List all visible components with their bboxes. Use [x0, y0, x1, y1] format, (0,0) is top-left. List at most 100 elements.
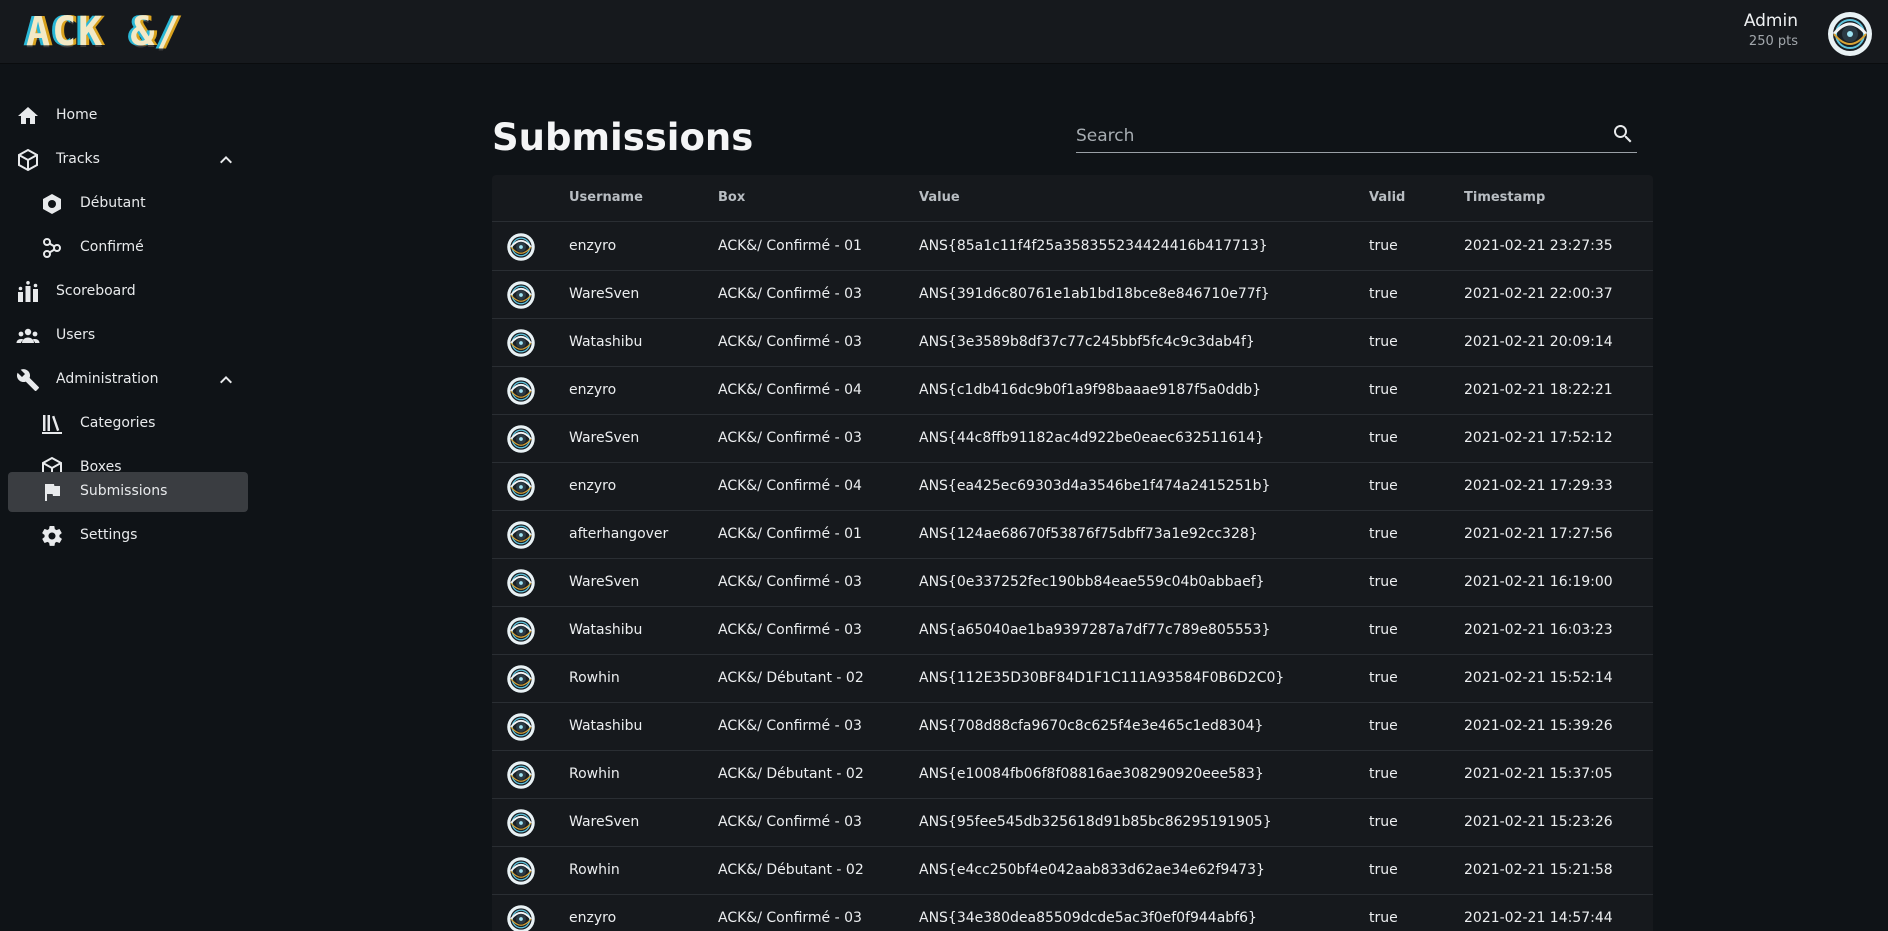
chevron-up-icon[interactable] — [214, 368, 238, 392]
user-avatar — [506, 520, 536, 550]
cell-timestamp: 2021-02-21 15:23:26 — [1464, 814, 1613, 830]
table-row[interactable]: enzyro ACK&/ Confirmé - 01 ANS{85a1c11f4… — [492, 223, 1653, 271]
user-points: 250 pts — [1748, 34, 1798, 49]
cell-value: ANS{44c8ffb91182ac4d922be0eaec632511614} — [919, 430, 1265, 446]
table-row[interactable]: WareSven ACK&/ Confirmé - 03 ANS{44c8ffb… — [492, 415, 1653, 463]
molecule-icon — [43, 238, 61, 258]
cell-box: ACK&/ Confirmé - 03 — [718, 286, 862, 302]
sidebar-item-label: Settings — [80, 527, 138, 543]
sidebar-item-administration[interactable]: Administration — [8, 360, 248, 400]
sidebar-item-debutant[interactable]: Débutant — [8, 184, 248, 224]
logo-text: ACK &/ — [26, 9, 183, 55]
cell-username: enzyro — [569, 478, 617, 494]
column-header-value[interactable]: Value — [919, 190, 960, 205]
table-row[interactable]: enzyro ACK&/ Confirmé - 04 ANS{ea425ec69… — [492, 463, 1653, 511]
table-row[interactable]: WareSven ACK&/ Confirmé - 03 ANS{95fee54… — [492, 799, 1653, 847]
cell-valid: true — [1369, 622, 1398, 638]
table-row[interactable]: enzyro ACK&/ Confirmé - 03 ANS{34e380dea… — [492, 895, 1653, 931]
home-icon — [18, 107, 38, 124]
user-avatar — [506, 808, 536, 838]
user-avatar — [506, 472, 536, 502]
cell-value: ANS{112E35D30BF84D1F1C111A93584F0B6D2C0} — [919, 670, 1285, 686]
sidebar-item-home[interactable]: Home — [8, 96, 248, 136]
cell-timestamp: 2021-02-21 20:09:14 — [1464, 334, 1613, 350]
cell-value: ANS{95fee545db325618d91b85bc86295191905} — [919, 814, 1272, 830]
table-row[interactable]: afterhangover ACK&/ Confirmé - 01 ANS{12… — [492, 511, 1653, 559]
sidebar-item-label: Tracks — [56, 151, 100, 167]
sidebar-item-label: Users — [56, 327, 96, 343]
hexagon-icon — [43, 194, 61, 214]
scoreboard-icon — [18, 281, 38, 302]
chevron-up-icon[interactable] — [214, 148, 238, 172]
cell-box: ACK&/ Débutant - 02 — [718, 766, 864, 782]
cell-value: ANS{124ae68670f53876f75dbff73a1e92cc328} — [919, 526, 1258, 542]
cell-box: ACK&/ Débutant - 02 — [718, 862, 864, 878]
cell-value: ANS{c1db416dc9b0f1a9f98baaae9187f5a0ddb} — [919, 382, 1262, 398]
cell-box: ACK&/ Débutant - 02 — [718, 670, 864, 686]
table-row[interactable]: Rowhin ACK&/ Débutant - 02 ANS{112E35D30… — [492, 655, 1653, 703]
users-icon — [16, 328, 40, 343]
sidebar-item-settings[interactable]: Settings — [8, 516, 248, 556]
sidebar-item-label: Categories — [80, 415, 156, 431]
cell-timestamp: 2021-02-21 17:27:56 — [1464, 526, 1613, 542]
table-row[interactable]: Watashibu ACK&/ Confirmé - 03 ANS{708d88… — [492, 703, 1653, 751]
table-row[interactable]: Rowhin ACK&/ Débutant - 02 ANS{e4cc250bf… — [492, 847, 1653, 895]
cell-valid: true — [1369, 478, 1398, 494]
table-header: Username Box Value Valid Timestamp — [492, 175, 1653, 222]
cell-username: enzyro — [569, 382, 617, 398]
cell-valid: true — [1369, 862, 1398, 878]
search-icon[interactable] — [1611, 122, 1635, 146]
sidebar-item-submissions[interactable]: Submissions — [8, 472, 248, 512]
sidebar-item-users[interactable]: Users — [8, 316, 248, 356]
table-row[interactable]: Watashibu ACK&/ Confirmé - 03 ANS{a65040… — [492, 607, 1653, 655]
user-avatar[interactable] — [1826, 10, 1874, 58]
cell-box: ACK&/ Confirmé - 03 — [718, 910, 862, 926]
cell-box: ACK&/ Confirmé - 04 — [718, 478, 862, 494]
table-row[interactable]: WareSven ACK&/ Confirmé - 03 ANS{0e33725… — [492, 559, 1653, 607]
table-row[interactable]: Watashibu ACK&/ Confirmé - 03 ANS{3e3589… — [492, 319, 1653, 367]
cell-valid: true — [1369, 334, 1398, 350]
user-avatar — [506, 424, 536, 454]
column-header-valid[interactable]: Valid — [1369, 190, 1405, 205]
column-header-box[interactable]: Box — [718, 190, 745, 205]
sidebar-item-confirme[interactable]: Confirmé — [8, 228, 248, 268]
user-avatar — [506, 328, 536, 358]
cell-box: ACK&/ Confirmé - 03 — [718, 334, 862, 350]
wrench-icon — [16, 369, 39, 391]
cell-valid: true — [1369, 718, 1398, 734]
books-icon — [42, 415, 62, 434]
cell-valid: true — [1369, 574, 1398, 590]
user-avatar — [506, 568, 536, 598]
sidebar-item-tracks[interactable]: Tracks — [8, 140, 248, 180]
cell-value: ANS{708d88cfa9670c8c625f4e3e465c1ed8304} — [919, 718, 1264, 734]
sidebar-item-categories[interactable]: Categories — [8, 404, 248, 444]
site-logo[interactable]: ACK &/ — [26, 9, 183, 55]
user-avatar — [506, 280, 536, 310]
sidebar-item-label: Scoreboard — [56, 283, 136, 299]
column-header-timestamp[interactable]: Timestamp — [1464, 190, 1545, 205]
cell-username: Watashibu — [569, 622, 643, 638]
cell-valid: true — [1369, 238, 1398, 254]
cell-timestamp: 2021-02-21 16:19:00 — [1464, 574, 1613, 590]
table-row[interactable]: WareSven ACK&/ Confirmé - 03 ANS{391d6c8… — [492, 271, 1653, 319]
cell-username: afterhangover — [569, 526, 669, 542]
cell-box: ACK&/ Confirmé - 01 — [718, 526, 862, 542]
table-row[interactable]: Rowhin ACK&/ Débutant - 02 ANS{e10084fb0… — [492, 751, 1653, 799]
sidebar-item-label: Home — [56, 107, 98, 123]
user-avatar — [506, 856, 536, 886]
table-row[interactable]: enzyro ACK&/ Confirmé - 04 ANS{c1db416dc… — [492, 367, 1653, 415]
cell-valid: true — [1369, 670, 1398, 686]
cell-timestamp: 2021-02-21 15:21:58 — [1464, 862, 1613, 878]
search-input[interactable]: Search — [1076, 118, 1637, 153]
column-header-username[interactable]: Username — [569, 190, 643, 205]
cell-username: Rowhin — [569, 862, 620, 878]
cell-box: ACK&/ Confirmé - 03 — [718, 574, 862, 590]
cell-timestamp: 2021-02-21 22:00:37 — [1464, 286, 1613, 302]
cell-valid: true — [1369, 814, 1398, 830]
user-info[interactable]: Admin 250 pts — [1744, 11, 1798, 49]
cell-username: Watashibu — [569, 718, 643, 734]
sidebar-item-scoreboard[interactable]: Scoreboard — [8, 272, 248, 312]
cell-box: ACK&/ Confirmé - 01 — [718, 238, 862, 254]
user-avatar — [506, 904, 536, 931]
cell-timestamp: 2021-02-21 16:03:23 — [1464, 622, 1613, 638]
